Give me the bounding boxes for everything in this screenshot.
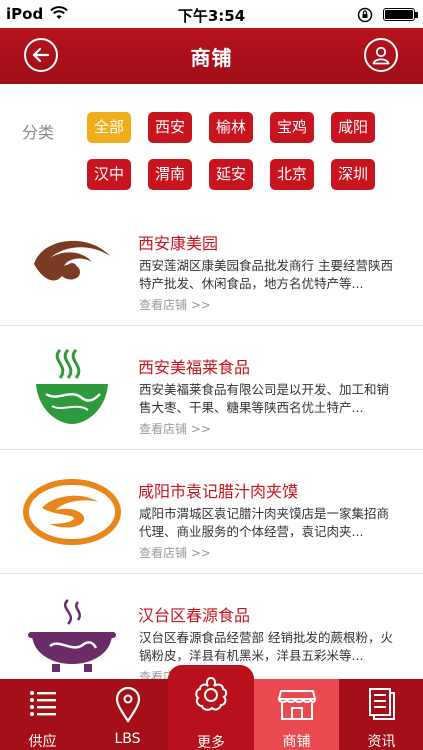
- store-item[interactable]: 咸阳市袁记腊汁肉夹馍 咸阳市渭城区袁记腊汁肉夹馍店是一家集招商代理、商业服务的个…: [0, 450, 423, 574]
- storefront-icon: [277, 687, 317, 725]
- user-icon: [372, 46, 390, 65]
- store-logo: [22, 344, 122, 432]
- store-name[interactable]: 西安美福莱食品: [138, 354, 250, 378]
- rotation-lock-icon: [357, 7, 373, 27]
- tab-label: 更多: [197, 735, 225, 750]
- page-title: 商铺: [190, 46, 233, 70]
- status-bar: iPod 下午3:54: [0, 0, 423, 28]
- tab-label: 商铺: [282, 734, 311, 750]
- tab-stores[interactable]: 商铺: [254, 679, 339, 750]
- chip-baoji[interactable]: 宝鸡: [270, 112, 314, 143]
- store-item[interactable]: 西安美福莱食品 西安美福莱食品有限公司是以开发、加工和销售大枣、干果、糖果等陕西…: [0, 326, 423, 450]
- chip-weinan[interactable]: 渭南: [148, 159, 192, 190]
- header-bar: 商铺: [0, 28, 423, 84]
- tab-label: 资讯: [367, 734, 396, 750]
- chip-xianyang[interactable]: 咸阳: [331, 112, 375, 143]
- store-logo: [22, 468, 122, 556]
- store-description: 咸阳市渭城区袁记腊汁肉夹馍店是一家集招商代理、商业服务的个体经营，袁记肉夹...: [139, 506, 390, 539]
- store-description: 汉台区春源食品经营部 经销批发的蕨根粉，火锅粉皮，洋县有机黑米，洋县五彩米等..…: [139, 630, 393, 663]
- store-name[interactable]: 咸阳市袁记腊汁肉夹馍: [138, 478, 298, 502]
- tab-supply[interactable]: 供应: [0, 679, 85, 750]
- store-item[interactable]: 西安康美园 西安莲湖区康美园食品批发商行 主要经营陕西特产批发、休闲食品，地方名…: [0, 202, 423, 326]
- chip-shenzhen[interactable]: 深圳: [331, 159, 375, 190]
- flower-menu-icon: [190, 674, 232, 720]
- chip-yulin[interactable]: 榆林: [209, 112, 253, 143]
- filter-label: 分类: [22, 123, 55, 142]
- store-name[interactable]: 汉台区春源食品: [138, 602, 250, 626]
- chip-beijing[interactable]: 北京: [270, 159, 314, 190]
- tab-label: 供应: [28, 734, 57, 750]
- view-store-link[interactable]: 查看店铺 >>: [139, 420, 211, 437]
- store-logo: [22, 592, 122, 680]
- view-store-link[interactable]: 查看店铺 >>: [139, 544, 211, 561]
- list-icon: [28, 687, 58, 721]
- store-name[interactable]: 西安康美园: [138, 230, 218, 254]
- battery-tip: [415, 12, 418, 18]
- view-store-link[interactable]: 查看店铺 >>: [139, 296, 211, 313]
- document-icon: [367, 687, 397, 725]
- chip-yanan[interactable]: 延安: [209, 159, 253, 190]
- tab-lbs[interactable]: LBS: [85, 679, 170, 750]
- location-pin-icon: [114, 686, 142, 727]
- chip-all[interactable]: 全部: [87, 112, 131, 143]
- store-logo: [22, 220, 122, 308]
- battery-icon: [383, 8, 415, 21]
- store-description: 西安莲湖区康美园食品批发商行 主要经营陕西特产批发、休闲食品，地方名优特产等..…: [139, 258, 393, 291]
- tab-news[interactable]: 资讯: [339, 679, 423, 750]
- tab-more[interactable]: 更多: [168, 665, 254, 750]
- chip-hanzhong[interactable]: 汉中: [87, 159, 131, 190]
- user-button[interactable]: [364, 38, 398, 72]
- store-description: 西安美福莱食品有限公司是以开发、加工和销售大枣、干果、糖果等陕西名优土特产...: [139, 382, 390, 415]
- tab-label: LBS: [114, 731, 141, 747]
- category-filter: 分类 全部 西安 榆林 宝鸡 咸阳 汉中 渭南 延安 北京 深圳: [0, 84, 423, 210]
- chip-xian[interactable]: 西安: [148, 112, 192, 143]
